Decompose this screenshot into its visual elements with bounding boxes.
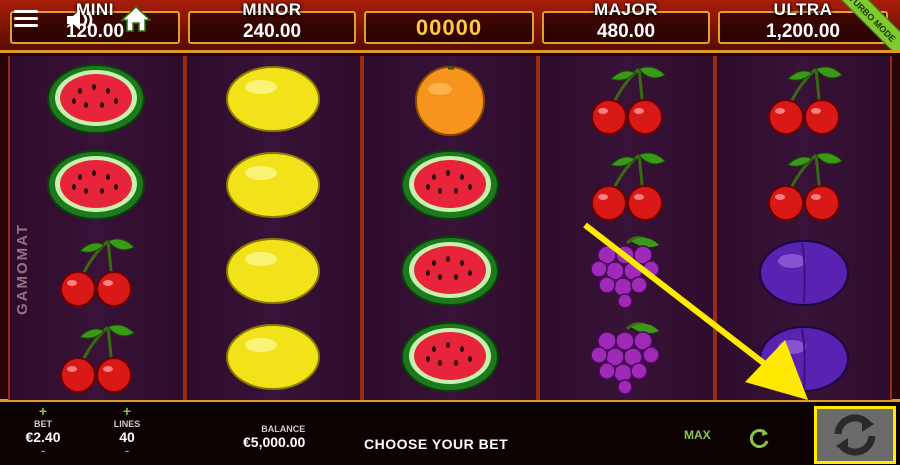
orange-symbol-icon [395, 60, 505, 138]
grapes-symbol-icon [572, 232, 682, 310]
lemon-symbol-icon [218, 146, 328, 224]
max-bet-button[interactable]: MAX [684, 428, 711, 442]
plum-symbol-icon [749, 232, 859, 310]
balance-display: BALANCE €5,000.00 [243, 424, 305, 450]
lemon-symbol-icon [218, 232, 328, 310]
jackpot-grand-value: 00000 [415, 14, 483, 40]
lines-label: LINES [113, 419, 141, 429]
brand-logo: GAMOMAT [14, 223, 31, 316]
spin-icon [834, 414, 876, 456]
cherries-symbol-icon [749, 60, 859, 138]
plum-symbol-icon [749, 318, 859, 396]
jackpot-major-value: 480.00 [596, 20, 656, 42]
lemon-symbol-icon [218, 318, 328, 396]
lines-control: + LINES 40 - [100, 404, 154, 457]
speaker-icon[interactable] [64, 7, 98, 33]
jackpot-ultra-value: 1,200.00 [766, 20, 840, 42]
bet-label: BET [34, 419, 52, 429]
cherries-symbol-icon [41, 232, 151, 310]
jackpot-minor: MINOR 240.00 [188, 0, 356, 44]
jackpot-major: MAJOR 480.00 [542, 0, 710, 44]
autoplay-icon[interactable] [746, 426, 772, 452]
balance-value: €5,000.00 [243, 434, 306, 450]
balance-label: BALANCE [261, 424, 306, 434]
control-bar: + BET €2.40 - + LINES 40 - BALANCE €5,00… [0, 402, 900, 465]
home-icon[interactable] [120, 5, 152, 33]
reel-grid [8, 56, 892, 400]
reel-2 [184, 56, 362, 400]
reel-area: GAMOMAT [0, 50, 900, 402]
status-message: CHOOSE YOUR BET [364, 436, 509, 452]
lemon-symbol-icon [218, 60, 328, 138]
jackpot-minor-value: 240.00 [242, 20, 302, 42]
watermelon-symbol-icon [395, 232, 505, 310]
cherries-symbol-icon [572, 60, 682, 138]
jackpot-minor-label: MINOR [242, 0, 302, 19]
reel-1 [8, 56, 185, 400]
bet-decrease-button[interactable]: - [14, 443, 72, 457]
reel-3 [361, 56, 539, 400]
bet-increase-button[interactable]: + [14, 404, 72, 418]
jackpot-grand: 00000 [364, 11, 534, 44]
grapes-symbol-icon [572, 318, 682, 396]
reel-4 [538, 56, 716, 400]
lines-decrease-button[interactable]: - [100, 443, 154, 457]
cherries-symbol-icon [41, 318, 151, 396]
spin-button[interactable] [814, 406, 896, 464]
reel-5 [715, 56, 892, 400]
lines-increase-button[interactable]: + [100, 404, 154, 418]
jackpot-header: MINI 120.00 MINOR 240.00 00000 MAJOR 480… [0, 0, 900, 64]
watermelon-symbol-icon [395, 318, 505, 396]
hamburger-menu-icon[interactable] [14, 10, 38, 30]
jackpot-major-label: MAJOR [594, 0, 658, 19]
watermelon-symbol-icon [395, 146, 505, 224]
bet-control: + BET €2.40 - [14, 404, 72, 457]
cherries-symbol-icon [572, 146, 682, 224]
watermelon-symbol-icon [41, 60, 151, 138]
cherries-symbol-icon [749, 146, 859, 224]
watermelon-symbol-icon [41, 146, 151, 224]
